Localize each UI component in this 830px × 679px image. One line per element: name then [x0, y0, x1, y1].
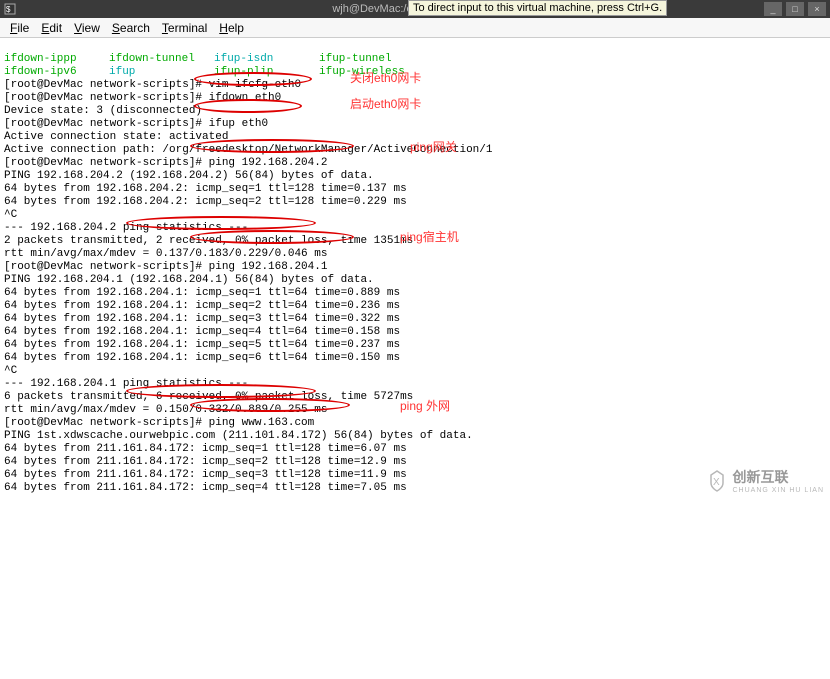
- highlight-oval: [126, 384, 316, 398]
- term-cmd: ifdown-ippp: [4, 53, 109, 66]
- term-line: 64 bytes from 192.168.204.1: icmp_seq=6 …: [4, 352, 400, 364]
- term-line: 64 bytes from 192.168.204.1: icmp_seq=2 …: [4, 300, 400, 312]
- term-line: 64 bytes from 192.168.204.1: icmp_seq=1 …: [4, 287, 400, 299]
- highlight-oval: [190, 398, 350, 412]
- term-line: 64 bytes from 192.168.204.1: icmp_seq=5 …: [4, 339, 400, 351]
- menu-terminal[interactable]: Terminal: [156, 21, 213, 35]
- highlight-oval: [194, 99, 302, 113]
- term-line: PING 192.168.204.2 (192.168.204.2) 56(84…: [4, 170, 374, 182]
- term-line: 64 bytes from 211.161.84.172: icmp_seq=4…: [4, 482, 407, 494]
- highlight-oval: [194, 72, 312, 86]
- highlight-oval: [126, 216, 316, 230]
- term-cmd: ifup-tunnel: [319, 53, 424, 66]
- vm-input-tooltip: To direct input to this virtual machine,…: [408, 0, 667, 16]
- highlight-oval: [190, 139, 354, 153]
- menu-file[interactable]: File: [4, 21, 35, 35]
- term-line: 64 bytes from 192.168.204.2: icmp_seq=1 …: [4, 183, 407, 195]
- menu-help[interactable]: Help: [213, 21, 250, 35]
- term-line: [root@DevMac network-scripts]# ping www.…: [4, 417, 314, 429]
- svg-text:$: $: [6, 5, 11, 14]
- term-line: rtt min/avg/max/mdev = 0.137/0.183/0.229…: [4, 248, 327, 260]
- term-line: Device state: 3 (disconnected): [4, 105, 202, 117]
- window-title-bar: $ wjh@DevMac:/etc/syscc To direct input …: [0, 0, 830, 18]
- annotation: 启动eth0网卡: [350, 98, 421, 111]
- menu-view[interactable]: View: [68, 21, 106, 35]
- annotation: ping 外网: [400, 400, 450, 413]
- term-line: 64 bytes from 211.161.84.172: icmp_seq=2…: [4, 456, 407, 468]
- terminal-output[interactable]: ifdown-ipppifdown-tunnelifup-isdnifup-tu…: [0, 38, 830, 679]
- term-line: 64 bytes from 211.161.84.172: icmp_seq=1…: [4, 443, 407, 455]
- maximize-button[interactable]: □: [786, 2, 804, 16]
- close-button[interactable]: ×: [808, 2, 826, 16]
- watermark-text-en: CHUANG XIN HU LIAN: [732, 487, 824, 494]
- svg-text:X: X: [713, 477, 720, 488]
- term-line: [root@DevMac network-scripts]# ping 192.…: [4, 261, 327, 273]
- term-cmd: ifdown-tunnel: [109, 53, 214, 66]
- term-line: [root@DevMac network-scripts]# ping 192.…: [4, 157, 327, 169]
- term-line: PING 1st.xdwscache.ourwebpic.com (211.10…: [4, 430, 473, 442]
- term-line: PING 192.168.204.1 (192.168.204.1) 56(84…: [4, 274, 374, 286]
- term-line: 64 bytes from 211.161.84.172: icmp_seq=3…: [4, 469, 407, 481]
- term-line: [root@DevMac network-scripts]# ifup eth0: [4, 118, 268, 130]
- annotation: ping宿主机: [400, 231, 459, 244]
- term-cmd: ifup-isdn: [214, 53, 319, 66]
- term-line: 64 bytes from 192.168.204.1: icmp_seq=4 …: [4, 326, 400, 338]
- app-icon: $: [4, 3, 16, 15]
- term-line: Active connection state: activated: [4, 131, 228, 143]
- menu-search[interactable]: Search: [106, 21, 156, 35]
- annotation: 关闭eth0网卡: [350, 72, 421, 85]
- term-line: ^C: [4, 365, 17, 377]
- annotation: ping网关: [410, 141, 457, 154]
- menu-edit[interactable]: Edit: [35, 21, 68, 35]
- window-controls: _ □ ×: [764, 2, 826, 16]
- term-line: 64 bytes from 192.168.204.1: icmp_seq=3 …: [4, 313, 400, 325]
- highlight-oval: [190, 230, 354, 244]
- term-line: 64 bytes from 192.168.204.2: icmp_seq=2 …: [4, 196, 407, 208]
- term-line: ^C: [4, 209, 17, 221]
- watermark-icon: X: [705, 469, 729, 493]
- watermark-text-cn: 创新互联: [732, 469, 788, 485]
- watermark: X 创新互联 CHUANG XIN HU LIAN: [705, 467, 824, 494]
- menu-bar: File Edit View Search Terminal Help: [0, 18, 830, 38]
- minimize-button[interactable]: _: [764, 2, 782, 16]
- term-cmd: ifdown-ipv6: [4, 66, 109, 79]
